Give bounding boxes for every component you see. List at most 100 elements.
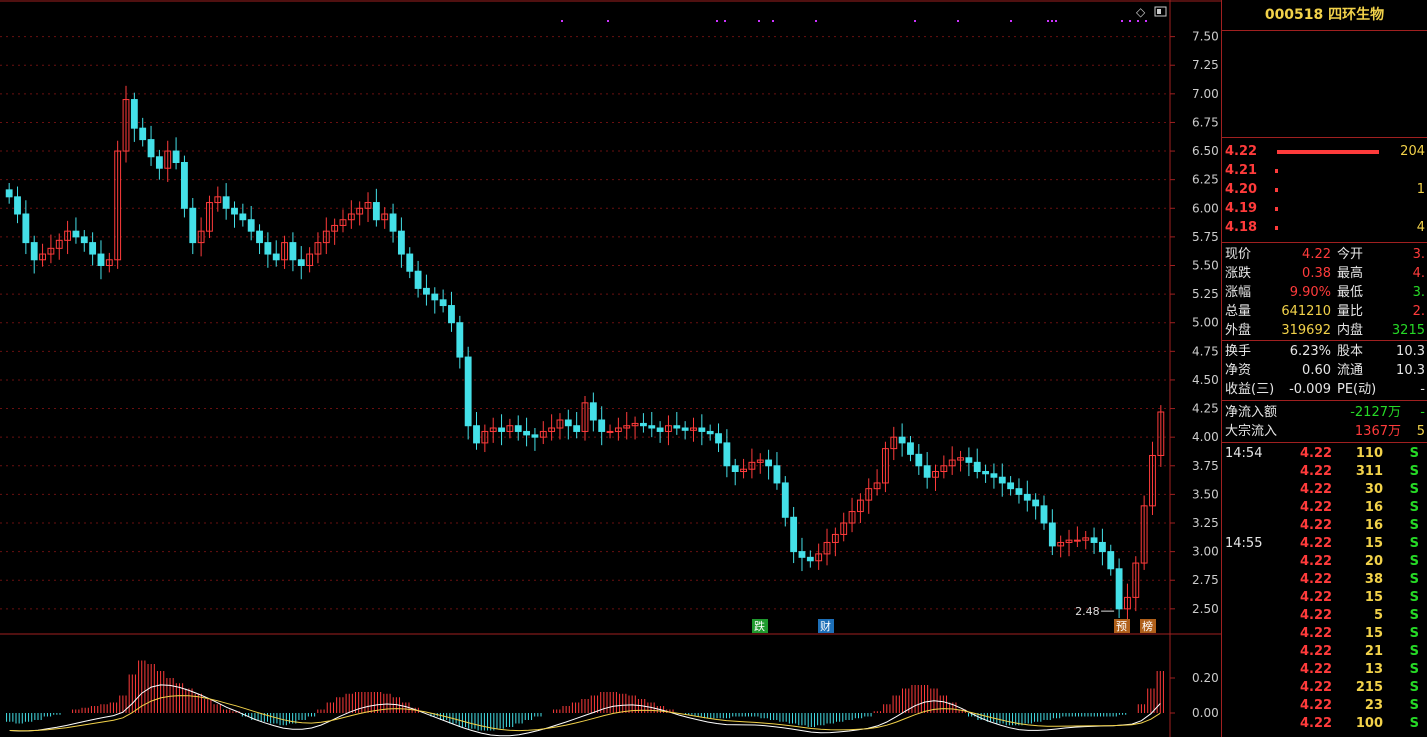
orderbook-price: 4.20 <box>1225 182 1258 197</box>
candle <box>606 430 614 433</box>
candle <box>423 287 430 295</box>
candle <box>731 465 739 472</box>
fundamental-value: 0.60 <box>1302 363 1331 378</box>
flow-label: 净流入额 <box>1225 405 1278 420</box>
tick-volume: 15 <box>1364 590 1383 605</box>
candle <box>372 202 380 221</box>
candle <box>1073 539 1081 542</box>
signal-dot <box>758 20 760 22</box>
candle <box>147 139 155 158</box>
tick-side: S <box>1409 482 1419 497</box>
candle <box>130 99 138 129</box>
candle <box>781 482 789 518</box>
candle <box>514 425 522 432</box>
candle <box>982 471 989 475</box>
tick-side: S <box>1409 464 1419 479</box>
candle <box>1115 568 1123 610</box>
tick-volume: 5 <box>1373 608 1383 623</box>
signal-dot <box>716 20 718 22</box>
quote-value: 4.22 <box>1302 247 1331 262</box>
quote-value: 3215 <box>1391 323 1425 338</box>
kline-chart[interactable]: 7.50 7.25 7.00 6.75 6.50 6.25 6.00 5.75 5.50 5.25… <box>0 0 1221 737</box>
macd-tick-label: 0.20 <box>1192 671 1219 685</box>
tick-side: S <box>1409 626 1419 641</box>
candle <box>5 189 13 198</box>
tick-volume: 38 <box>1364 572 1383 587</box>
candle <box>915 453 923 467</box>
candle <box>806 556 814 562</box>
candle <box>907 442 914 455</box>
candle <box>715 433 722 444</box>
fundamental-value: - <box>1420 382 1425 397</box>
tick-volume: 16 <box>1364 518 1383 533</box>
candle <box>155 156 163 169</box>
candle <box>139 127 147 141</box>
event-marker-label: 榜 <box>1142 619 1153 633</box>
candle <box>397 230 405 255</box>
signal-dot <box>772 20 774 22</box>
orderbook-price: 4.18 <box>1225 220 1258 235</box>
quote-value: 2. <box>1412 304 1425 319</box>
tick-time: 14:55 <box>1225 536 1263 551</box>
candle <box>498 427 505 432</box>
price-tick-label: 6.75 <box>1192 115 1219 129</box>
candle <box>14 196 21 215</box>
price-tick-label: 5.00 <box>1192 316 1219 330</box>
signal-dot <box>1047 20 1049 22</box>
candle <box>231 207 238 215</box>
price-tick-label: 6.25 <box>1192 173 1219 187</box>
fundamental-label: 换手 <box>1225 344 1252 359</box>
tick-side: S <box>1409 500 1419 515</box>
candle <box>973 461 981 473</box>
candle <box>97 253 105 267</box>
candle <box>589 402 597 421</box>
candle <box>1098 541 1106 553</box>
tick-side: S <box>1409 680 1419 695</box>
event-marker-label: 跌 <box>754 619 765 633</box>
signal-dot <box>1145 20 1147 22</box>
orderbook-volume: 1 <box>1416 182 1425 197</box>
quote-panel: 000518 四环生物 4.22 204 4.21 4.20 1 4.19 4.18 4 现价 4… <box>1221 0 1427 737</box>
tick-price: 4.22 <box>1300 446 1333 461</box>
tick-time: 14:54 <box>1225 446 1263 461</box>
signal-dot <box>561 20 563 22</box>
tick-price: 4.22 <box>1300 590 1333 605</box>
orderbook-price: 4.19 <box>1225 201 1258 216</box>
candle <box>923 465 931 478</box>
candle <box>648 425 656 429</box>
candle <box>765 459 773 467</box>
event-marker-label: 财 <box>820 619 831 633</box>
candle <box>681 427 689 431</box>
candle <box>965 457 973 463</box>
candle <box>1007 482 1015 490</box>
tick-price: 4.22 <box>1300 716 1333 731</box>
price-tick-label: 3.00 <box>1192 545 1219 559</box>
candle <box>456 322 464 358</box>
divider <box>1222 442 1427 443</box>
fundamental-value: 10.3 <box>1396 344 1425 359</box>
candle <box>598 419 606 432</box>
window-icon-fill <box>1157 9 1161 14</box>
tick-volume: 311 <box>1355 464 1383 479</box>
quote-label: 最高 <box>1337 266 1364 281</box>
candle <box>464 356 472 427</box>
quote-value: 319692 <box>1281 323 1331 338</box>
candle <box>89 242 97 255</box>
candle <box>264 242 272 255</box>
candle <box>898 436 906 444</box>
candle <box>573 425 581 432</box>
divider <box>1222 400 1427 401</box>
candle <box>80 236 88 244</box>
tick-price: 4.22 <box>1300 500 1333 515</box>
signal-dot <box>1137 20 1139 22</box>
tick-price: 4.22 <box>1300 662 1333 677</box>
tick-side: S <box>1409 572 1419 587</box>
quote-value: 0.38 <box>1302 266 1331 281</box>
candle <box>790 516 798 553</box>
quote-label: 量比 <box>1337 304 1364 319</box>
price-tick-label: 4.00 <box>1192 430 1219 444</box>
divider <box>1222 137 1427 138</box>
orderbook-bar <box>1275 207 1278 211</box>
divider <box>1222 242 1427 243</box>
signal-dot <box>1051 20 1053 22</box>
